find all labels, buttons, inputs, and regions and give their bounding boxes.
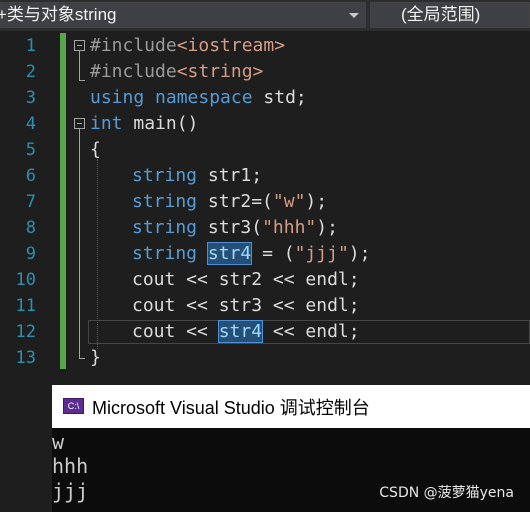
chevron-down-icon[interactable] <box>349 13 359 18</box>
code-line-12: cout << str4 << endl; <box>132 319 360 345</box>
highlighted-reference[interactable]: str4 <box>217 320 264 343</box>
brace: } <box>90 347 101 368</box>
identifier: std; <box>263 87 307 108</box>
keyword: using <box>90 87 145 108</box>
punctuation: ); <box>348 243 371 264</box>
console-output-line: w <box>52 430 65 454</box>
statement: << endl; <box>262 321 360 342</box>
console-title-bar[interactable]: C:\ Microsoft Visual Studio 调试控制台 <box>52 385 530 428</box>
code-line-3: using namespace std; <box>90 85 307 111</box>
code-line-5: { <box>90 137 101 163</box>
keyword: int <box>90 113 123 134</box>
member-dropdown-value: (全局范围) <box>401 5 481 24</box>
change-tracking-bar <box>60 33 66 369</box>
scope-dropdown-value: +类与对象string <box>0 5 117 24</box>
line-number: 5 <box>25 140 36 160</box>
watermark: CSDN @菠萝猫yena <box>379 485 514 501</box>
punctuation: ); <box>305 191 328 212</box>
statement: cout << <box>132 321 219 342</box>
line-number: 2 <box>25 62 36 82</box>
highlighted-reference[interactable]: str4 <box>206 242 253 265</box>
code-line-13: } <box>90 345 101 371</box>
preprocessor: #include <box>90 35 177 56</box>
outline-end <box>79 80 85 81</box>
code-editor[interactable]: 1 2 3 4 5 6 7 8 9 10 11 12 13 #include<i… <box>0 31 530 381</box>
console-title: Microsoft Visual Studio 调试控制台 <box>92 398 370 418</box>
identifier: str2=( <box>207 191 273 212</box>
code-line-4: int main() <box>90 111 198 137</box>
include-target: <string> <box>176 61 264 82</box>
keyword: namespace <box>155 87 253 108</box>
navigation-bar: +类与对象string (全局范围) <box>0 0 530 31</box>
code-line-2: #include<string> <box>90 59 263 85</box>
line-number: 8 <box>25 218 36 238</box>
string-literal: "hhh" <box>262 217 317 238</box>
code-line-9: string str4 = ("jjj"); <box>132 241 370 267</box>
scope-dropdown[interactable]: +类与对象string <box>0 2 366 28</box>
identifier: str1; <box>207 165 263 186</box>
identifier: str3( <box>207 217 263 238</box>
line-number: 10 <box>15 270 36 290</box>
collapse-include-icon[interactable] <box>74 40 85 51</box>
code-line-11: cout << str3 << endl; <box>132 293 360 319</box>
include-target: <iostream> <box>176 35 286 56</box>
punctuation: = ( <box>251 243 295 264</box>
brace: { <box>90 139 101 160</box>
console-app-icon: C:\ <box>63 398 84 414</box>
code-line-8: string str3("hhh"); <box>132 215 338 241</box>
keyword: string <box>132 243 198 264</box>
line-number: 11 <box>15 296 36 316</box>
line-number: 3 <box>25 88 36 108</box>
identifier: main() <box>133 113 199 134</box>
console-output-line: jjj <box>52 479 89 503</box>
line-number: 9 <box>25 244 36 264</box>
collapse-main-icon[interactable] <box>74 118 85 129</box>
line-number: 13 <box>15 348 36 368</box>
line-number: 4 <box>25 114 36 134</box>
keyword: string <box>132 217 198 238</box>
statement: cout << str3 << endl; <box>132 295 360 316</box>
line-number: 7 <box>25 192 36 212</box>
keyword: string <box>132 191 198 212</box>
line-number: 12 <box>15 322 36 342</box>
code-line-7: string str2=("w"); <box>132 189 327 215</box>
string-literal: "jjj" <box>294 243 349 264</box>
line-number: 1 <box>25 36 36 56</box>
outline-end <box>79 358 85 359</box>
member-dropdown[interactable]: (全局范围) <box>370 2 530 28</box>
code-line-10: cout << str2 << endl; <box>132 267 360 293</box>
statement: cout << str2 << endl; <box>132 269 360 290</box>
string-literal: "w" <box>272 191 306 212</box>
outline-line <box>79 129 80 359</box>
keyword: string <box>132 165 198 186</box>
outline-line <box>79 51 80 81</box>
code-line-1: #include<iostream> <box>90 33 285 59</box>
preprocessor: #include <box>90 61 177 82</box>
line-number: 6 <box>25 166 36 186</box>
console-output-line: hhh <box>52 454 89 478</box>
punctuation: ); <box>316 217 338 238</box>
code-line-6: string str1; <box>132 163 262 189</box>
